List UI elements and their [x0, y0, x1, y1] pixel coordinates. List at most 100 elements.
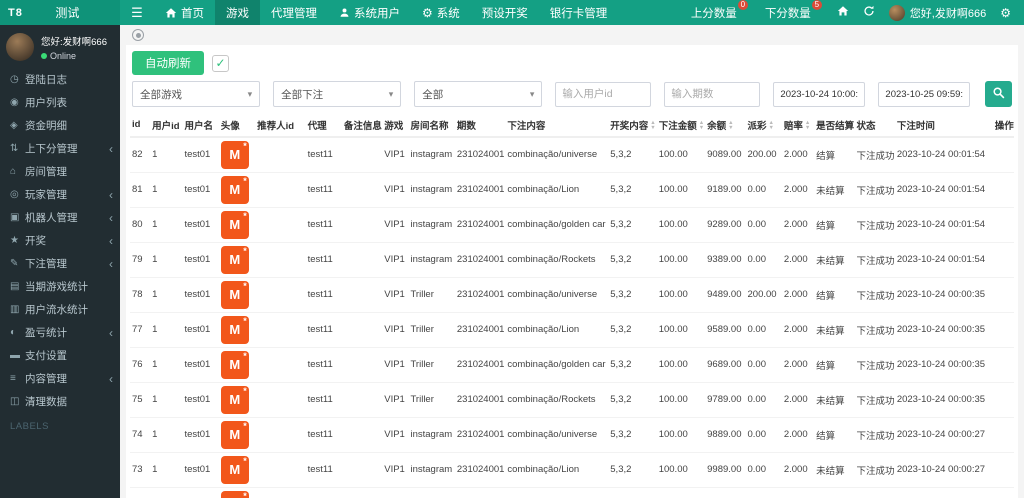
sidebar-toggle-button[interactable]: ☰ [120, 0, 154, 25]
menu-item-icon: ◫ [10, 396, 25, 407]
menu-item-label: 机器人管理 [25, 210, 109, 225]
sidebar-item-user-list[interactable]: ◉ 用户列表 ‹ [0, 91, 120, 114]
period-input[interactable] [664, 82, 760, 107]
header-col-username[interactable]: 用户名▲▼ [182, 113, 218, 137]
sidebar-item-content-manage[interactable]: ≡ 内容管理 ‹ [0, 367, 120, 390]
cell-odds: 2.000 [782, 207, 814, 242]
search-button[interactable] [985, 81, 1012, 107]
user-id-input[interactable] [555, 82, 651, 107]
sidebar-item-robot-manage[interactable]: ▣ 机器人管理 ‹ [0, 206, 120, 229]
cell-period [455, 487, 505, 498]
header-col-referrer-id[interactable]: 推荐人id▲▼ [255, 113, 305, 137]
cell-action [993, 242, 1014, 277]
sidebar-item-bet-manage[interactable]: ✎ 下注管理 ‹ [0, 252, 120, 275]
cell-payout: 0.00 [746, 312, 782, 347]
header-col-draw-content[interactable]: 开奖内容▲▼ [608, 113, 656, 137]
nav-item-preset-draw[interactable]: 预设开奖 [471, 0, 539, 25]
user-icon [339, 7, 350, 18]
cell-odds: 2.000 [782, 137, 814, 172]
cell-balance: 9989.00 [705, 452, 745, 487]
auto-refresh-button[interactable]: 自动刷新 [132, 51, 204, 75]
cell-draw-content: 5,3,2 [608, 382, 656, 417]
topbar-right: 上分数量0 下分数量5 您好,发财啊666 ⚙ [682, 0, 1024, 25]
start-time-input[interactable] [773, 82, 865, 107]
sidebar-item-user-flow-stats[interactable]: ▥ 用户流水统计 ‹ [0, 298, 120, 321]
table-header-row: id▲▼ 用户id▲▼ 用户名▲▼ 头像▲▼ 推荐人id▲▼ 代理▲▼ 备注 [130, 113, 1014, 137]
home-icon [837, 4, 849, 22]
header-col-id[interactable]: id▲▼ [130, 113, 150, 137]
nav-label: 游戏 [226, 5, 249, 21]
settings-button[interactable]: ⚙ [993, 6, 1018, 20]
header-col-odds[interactable]: 赔率▲▼ [782, 113, 814, 137]
cell-room-name [408, 487, 454, 498]
cell-id: 77 [130, 312, 150, 347]
user-menu[interactable]: 您好,发财啊666 [882, 5, 993, 21]
cell-bet-content: combinação/Rockets [505, 242, 608, 277]
home-shortcut-button[interactable] [830, 4, 856, 22]
sidebar-item-lottery-draw[interactable]: ★ 开奖 ‹ [0, 229, 120, 252]
user-avatar-image: M [221, 421, 249, 449]
sidebar-item-funds-detail[interactable]: ◈ 资金明细 ‹ [0, 114, 120, 137]
menu-item-label: 下注管理 [25, 256, 109, 271]
sidebar-item-updown-manage[interactable]: ⇅ 上下分管理 ‹ [0, 137, 120, 160]
cell-username: test01 [182, 137, 218, 172]
header-col-agent[interactable]: 代理▲▼ [306, 113, 342, 137]
cell-avatar: M [219, 487, 255, 498]
header-col-bet-amount[interactable]: 下注金额▲▼ [657, 113, 705, 137]
header-col-status[interactable]: 状态▲▼ [854, 113, 894, 137]
sidebar-item-login-log[interactable]: ◷ 登陆日志 ‹ [0, 68, 120, 91]
down-score-link[interactable]: 下分数量5 [756, 5, 830, 21]
cell-settled: 结算 [814, 277, 854, 312]
menu-item-label: 盈亏统计 [25, 325, 109, 340]
cell-odds: 2.000 [782, 172, 814, 207]
header-col-settled[interactable]: 是否结算▲▼ [814, 113, 854, 137]
header-col-period[interactable]: 期数▲▼ [455, 113, 505, 137]
header-col-room-name[interactable]: 房间名称▲▼ [408, 113, 454, 137]
cell-balance: 9589.00 [705, 312, 745, 347]
bet-filter-select[interactable]: 全部下注 ▾ [273, 81, 401, 107]
sidebar-item-player-manage[interactable]: ◎ 玩家管理 ‹ [0, 183, 120, 206]
end-time-input[interactable] [878, 82, 970, 107]
sidebar-item-profit-loss-stats[interactable]: ◐ 盈亏统计 ‹ [0, 321, 120, 344]
nav-item-home[interactable]: 首页 [154, 0, 215, 25]
game-filter-select[interactable]: 全部游戏 ▾ [132, 81, 260, 107]
sidebar-item-room-manage[interactable]: ⌂ 房间管理 ‹ [0, 160, 120, 183]
nav-item-bankcard-manage[interactable]: 银行卡管理 [539, 0, 619, 25]
cell-username [182, 487, 218, 498]
sidebar-item-payment-settings[interactable]: ▬ 支付设置 ‹ [0, 344, 120, 367]
sidebar-item-clean-data[interactable]: ◫ 清理数据 ‹ [0, 390, 120, 413]
avatar [889, 5, 905, 21]
cell-username: test01 [182, 277, 218, 312]
auto-refresh-checkbox[interactable]: ✓ [212, 55, 229, 72]
cell-bet-time: 2023-10-24 00:00:27 [895, 452, 993, 487]
header-col-user-id[interactable]: 用户id▲▼ [150, 113, 182, 137]
nav-item-system[interactable]: ⚙ 系统 [411, 0, 471, 25]
nav-item-system-users[interactable]: 系统用户 [328, 0, 411, 25]
header-col-payout[interactable]: 派彩▲▼ [746, 113, 782, 137]
sidebar-item-current-game-stats[interactable]: ▤ 当期游戏统计 ‹ [0, 275, 120, 298]
table-row: 74 1 test01 M test11 VIP1 instagram 2310… [130, 417, 1014, 452]
cell-draw-content: 5,3,2 [608, 137, 656, 172]
header-col-bet-time[interactable]: 下注时间▲▼ [895, 113, 993, 137]
refresh-button[interactable] [856, 4, 882, 22]
cell-id: 78 [130, 277, 150, 312]
header-col-action[interactable]: 操作▲▼ [993, 113, 1014, 137]
menu-item-label: 资金明细 [25, 118, 109, 133]
header-col-balance[interactable]: 余额▲▼ [705, 113, 745, 137]
nav-item-games[interactable]: 游戏 [215, 0, 260, 25]
cell-room-name: Triller [408, 382, 454, 417]
up-score-link[interactable]: 上分数量0 [682, 5, 756, 21]
header-col-game[interactable]: 游戏▲▼ [382, 113, 408, 137]
status-filter-select[interactable]: 全部 ▾ [414, 81, 542, 107]
chevron-left-icon: ‹ [109, 257, 113, 271]
header-col-avatar[interactable]: 头像▲▼ [219, 113, 255, 137]
header-col-remark[interactable]: 备注信息▲▼ [342, 113, 382, 137]
header-col-bet-content[interactable]: 下注内容▲▼ [505, 113, 608, 137]
refresh-circle-icon[interactable] [132, 29, 144, 41]
brand-logo[interactable]: T8 测试 [0, 0, 120, 25]
up-score-label: 上分数量 [691, 8, 737, 20]
menu-item-icon: ✎ [10, 258, 25, 269]
nav-item-agent-manage[interactable]: 代理管理 [260, 0, 328, 25]
cell-bet-content: combinação/universe [505, 137, 608, 172]
app-root: T8 测试 ☰ 首页 游戏 代理管理 系统用户 [0, 0, 1024, 498]
